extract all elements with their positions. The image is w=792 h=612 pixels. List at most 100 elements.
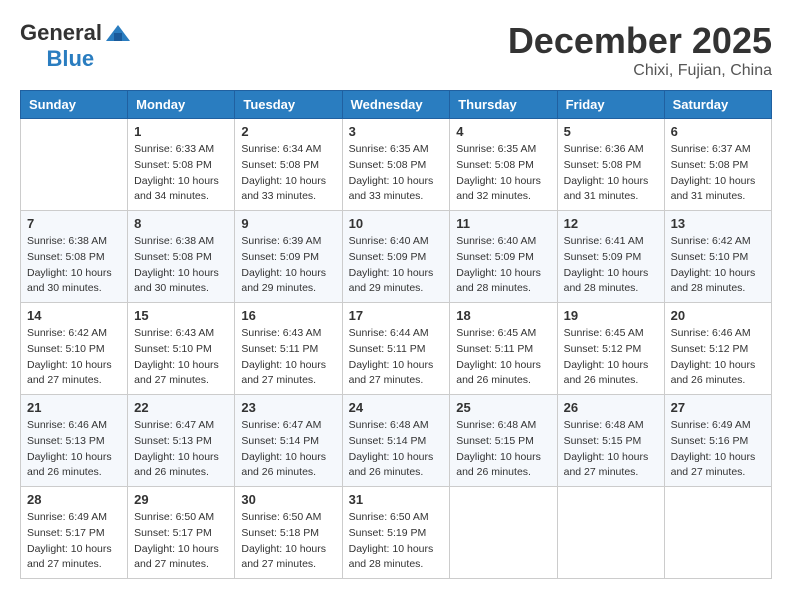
column-header-tuesday: Tuesday — [235, 91, 342, 119]
calendar-cell: 26 Sunrise: 6:48 AM Sunset: 5:15 PM Dayli… — [557, 395, 664, 487]
day-info: Sunrise: 6:50 AM Sunset: 5:18 PM Dayligh… — [241, 510, 335, 573]
day-info: Sunrise: 6:40 AM Sunset: 5:09 PM Dayligh… — [456, 234, 550, 297]
calendar-cell: 2Sunrise: 6:34 AM Sunset: 5:08 PM Daylig… — [235, 119, 342, 211]
day-number: 13 — [671, 216, 765, 231]
day-number: 6 — [671, 124, 765, 139]
day-info: Sunrise: 6:48 AM Sunset: 5:14 PM Dayligh… — [349, 418, 444, 481]
day-number: 27 — [671, 400, 765, 415]
calendar-cell — [664, 487, 771, 579]
calendar-week-5: 28 Sunrise: 6:49 AM Sunset: 5:17 PM Dayli… — [21, 487, 772, 579]
day-info: Sunrise: 6:36 AM Sunset: 5:08 PM Dayligh… — [564, 142, 658, 205]
day-info: Sunrise: 6:50 AM Sunset: 5:17 PM Dayligh… — [134, 510, 228, 573]
day-number: 28 — [27, 492, 121, 507]
day-number: 21 — [27, 400, 121, 415]
day-number: 20 — [671, 308, 765, 323]
day-info: Sunrise: 6:34 AM Sunset: 5:08 PM Dayligh… — [241, 142, 335, 205]
calendar-cell — [557, 487, 664, 579]
month-title: December 2025 — [508, 20, 772, 62]
day-number: 14 — [27, 308, 121, 323]
day-number: 12 — [564, 216, 658, 231]
calendar-cell: 8 Sunrise: 6:38 AM Sunset: 5:08 PM Daylig… — [128, 211, 235, 303]
calendar-cell: 20Sunrise: 6:46 AM Sunset: 5:12 PM Dayli… — [664, 303, 771, 395]
calendar-cell: 29 Sunrise: 6:50 AM Sunset: 5:17 PM Dayli… — [128, 487, 235, 579]
calendar-week-4: 21 Sunrise: 6:46 AM Sunset: 5:13 PM Dayli… — [21, 395, 772, 487]
day-info: Sunrise: 6:47 AM Sunset: 5:14 PM Dayligh… — [241, 418, 335, 481]
calendar-cell: 3Sunrise: 6:35 AM Sunset: 5:08 PM Daylig… — [342, 119, 450, 211]
day-info: Sunrise: 6:37 AM Sunset: 5:08 PM Dayligh… — [671, 142, 765, 205]
calendar-cell: 5 Sunrise: 6:36 AM Sunset: 5:08 PM Daylig… — [557, 119, 664, 211]
calendar-cell: 18 Sunrise: 6:45 AM Sunset: 5:11 PM Dayli… — [450, 303, 557, 395]
day-number: 30 — [241, 492, 335, 507]
calendar-cell: 17 Sunrise: 6:44 AM Sunset: 5:11 PM Dayli… — [342, 303, 450, 395]
day-info: Sunrise: 6:45 AM Sunset: 5:12 PM Dayligh… — [564, 326, 658, 389]
day-number: 5 — [564, 124, 658, 139]
logo: General Blue — [20, 20, 132, 72]
day-info: Sunrise: 6:45 AM Sunset: 5:11 PM Dayligh… — [456, 326, 550, 389]
calendar-cell: 9 Sunrise: 6:39 AM Sunset: 5:09 PM Daylig… — [235, 211, 342, 303]
calendar-cell — [21, 119, 128, 211]
calendar-cell: 13 Sunrise: 6:42 AM Sunset: 5:10 PM Dayli… — [664, 211, 771, 303]
day-info: Sunrise: 6:41 AM Sunset: 5:09 PM Dayligh… — [564, 234, 658, 297]
column-header-thursday: Thursday — [450, 91, 557, 119]
day-info: Sunrise: 6:42 AM Sunset: 5:10 PM Dayligh… — [27, 326, 121, 389]
calendar-cell: 31 Sunrise: 6:50 AM Sunset: 5:19 PM Dayli… — [342, 487, 450, 579]
day-info: Sunrise: 6:43 AM Sunset: 5:11 PM Dayligh… — [241, 326, 335, 389]
calendar-cell: 23Sunrise: 6:47 AM Sunset: 5:14 PM Dayli… — [235, 395, 342, 487]
calendar-cell: 15 Sunrise: 6:43 AM Sunset: 5:10 PM Dayli… — [128, 303, 235, 395]
day-number: 24 — [349, 400, 444, 415]
calendar-cell: 12 Sunrise: 6:41 AM Sunset: 5:09 PM Dayli… — [557, 211, 664, 303]
logo-blue-text: Blue — [46, 46, 94, 72]
column-header-monday: Monday — [128, 91, 235, 119]
day-number: 29 — [134, 492, 228, 507]
day-info: Sunrise: 6:33 AM Sunset: 5:08 PM Dayligh… — [134, 142, 228, 205]
calendar-cell: 14 Sunrise: 6:42 AM Sunset: 5:10 PM Dayli… — [21, 303, 128, 395]
calendar-week-1: 1Sunrise: 6:33 AM Sunset: 5:08 PM Daylig… — [21, 119, 772, 211]
logo-general-text: General — [20, 20, 102, 46]
day-info: Sunrise: 6:40 AM Sunset: 5:09 PM Dayligh… — [349, 234, 444, 297]
title-block: December 2025 Chixi, Fujian, China — [508, 20, 772, 80]
day-number: 18 — [456, 308, 550, 323]
day-info: Sunrise: 6:46 AM Sunset: 5:13 PM Dayligh… — [27, 418, 121, 481]
day-number: 17 — [349, 308, 444, 323]
day-info: Sunrise: 6:48 AM Sunset: 5:15 PM Dayligh… — [456, 418, 550, 481]
day-number: 7 — [27, 216, 121, 231]
column-header-wednesday: Wednesday — [342, 91, 450, 119]
calendar-cell: 27Sunrise: 6:49 AM Sunset: 5:16 PM Dayli… — [664, 395, 771, 487]
day-info: Sunrise: 6:39 AM Sunset: 5:09 PM Dayligh… — [241, 234, 335, 297]
day-info: Sunrise: 6:43 AM Sunset: 5:10 PM Dayligh… — [134, 326, 228, 389]
day-number: 8 — [134, 216, 228, 231]
calendar-cell: 22Sunrise: 6:47 AM Sunset: 5:13 PM Dayli… — [128, 395, 235, 487]
day-info: Sunrise: 6:35 AM Sunset: 5:08 PM Dayligh… — [456, 142, 550, 205]
calendar-cell: 1Sunrise: 6:33 AM Sunset: 5:08 PM Daylig… — [128, 119, 235, 211]
day-number: 22 — [134, 400, 228, 415]
day-number: 10 — [349, 216, 444, 231]
column-header-saturday: Saturday — [664, 91, 771, 119]
day-info: Sunrise: 6:44 AM Sunset: 5:11 PM Dayligh… — [349, 326, 444, 389]
day-number: 15 — [134, 308, 228, 323]
day-info: Sunrise: 6:49 AM Sunset: 5:17 PM Dayligh… — [27, 510, 121, 573]
day-info: Sunrise: 6:42 AM Sunset: 5:10 PM Dayligh… — [671, 234, 765, 297]
day-number: 19 — [564, 308, 658, 323]
location-text: Chixi, Fujian, China — [508, 62, 772, 80]
calendar-cell: 19 Sunrise: 6:45 AM Sunset: 5:12 PM Dayli… — [557, 303, 664, 395]
calendar-header-row: SundayMondayTuesdayWednesdayThursdayFrid… — [21, 91, 772, 119]
calendar-cell: 10 Sunrise: 6:40 AM Sunset: 5:09 PM Dayli… — [342, 211, 450, 303]
day-number: 9 — [241, 216, 335, 231]
calendar-cell: 4Sunrise: 6:35 AM Sunset: 5:08 PM Daylig… — [450, 119, 557, 211]
calendar-cell: 11 Sunrise: 6:40 AM Sunset: 5:09 PM Dayli… — [450, 211, 557, 303]
calendar-cell: 30 Sunrise: 6:50 AM Sunset: 5:18 PM Dayli… — [235, 487, 342, 579]
calendar-cell: 6 Sunrise: 6:37 AM Sunset: 5:08 PM Daylig… — [664, 119, 771, 211]
day-info: Sunrise: 6:48 AM Sunset: 5:15 PM Dayligh… — [564, 418, 658, 481]
calendar-table: SundayMondayTuesdayWednesdayThursdayFrid… — [20, 90, 772, 579]
day-info: Sunrise: 6:50 AM Sunset: 5:19 PM Dayligh… — [349, 510, 444, 573]
calendar-week-3: 14 Sunrise: 6:42 AM Sunset: 5:10 PM Dayli… — [21, 303, 772, 395]
day-info: Sunrise: 6:38 AM Sunset: 5:08 PM Dayligh… — [134, 234, 228, 297]
calendar-week-2: 7 Sunrise: 6:38 AM Sunset: 5:08 PM Daylig… — [21, 211, 772, 303]
day-number: 25 — [456, 400, 550, 415]
day-number: 31 — [349, 492, 444, 507]
day-number: 26 — [564, 400, 658, 415]
calendar-cell: 28 Sunrise: 6:49 AM Sunset: 5:17 PM Dayli… — [21, 487, 128, 579]
logo-line2-space — [20, 46, 44, 72]
column-header-sunday: Sunday — [21, 91, 128, 119]
day-number: 11 — [456, 216, 550, 231]
